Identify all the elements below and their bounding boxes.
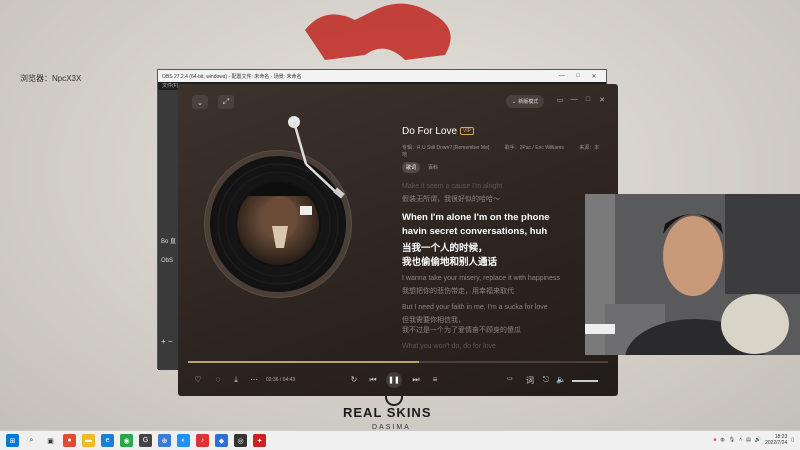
pause-button[interactable]: ❚❚ [386,372,402,388]
clock-date: 2022/7/24 [764,440,788,446]
lyric-line-current: 当我一个人的时候， [402,243,488,254]
app-icon[interactable]: ● [63,434,76,447]
tab-wiki[interactable]: 百科 [424,162,442,173]
lyric-line: 我不过是一个为了爱情奋不顾身的傻瓜 [402,327,521,334]
lyric-line-current: 我也偷偷地和别人通话 [402,257,498,268]
clock[interactable]: 18:23 2022/7/24 [765,434,787,446]
task-view-icon[interactable]: ▣ [44,434,57,447]
maximize-icon[interactable]: □ [583,96,593,103]
app-icon[interactable]: ⊕ [158,434,171,447]
previous-track-icon[interactable]: ⏮ [367,375,379,385]
edge-browser-icon[interactable]: e [101,434,114,447]
file-explorer-icon[interactable]: ▬ [82,434,95,447]
comment-icon[interactable]: ◌ [212,375,224,384]
brand-name: REAL SKINS [343,405,432,420]
vip-badge: VIP [460,127,475,136]
lyric-line: 但我需要你相信我， [402,317,465,324]
like-heart-icon[interactable]: ♡ [192,375,204,384]
song-album[interactable]: 专辑：R U Still Down? [Remember Me] [402,145,489,151]
windows-start-icon[interactable]: ⊞ [6,434,19,447]
maximize-button[interactable]: □ [570,73,586,79]
lyric-line: I wanna take your misery, replace it wit… [402,275,560,282]
next-track-icon[interactable]: ⏭ [410,375,422,385]
microphone-icon[interactable]: 🎙 [729,437,735,443]
lyrics-tabs: 歌词 百科 [402,162,442,173]
sound-effect-icon[interactable]: ▭ [504,375,516,382]
obs-sidebar: Bo 直 ObS + − [158,90,180,370]
download-icon[interactable]: ⤓ [230,375,242,385]
app-icon[interactable]: ◆ [215,434,228,447]
speaker-icon[interactable]: 🔊 [755,437,761,443]
volume-slider[interactable] [572,380,598,382]
wallpaper-logo [305,3,451,61]
lyric-line: 假装无所谓，我很好似的哈哈～ [402,196,500,203]
obs-title: OBS 27.2.4 (64-bit, windows) - 配置文件: 未命名… [162,73,302,80]
notification-icon[interactable]: ▯ [791,437,794,443]
obs-titlebar[interactable]: OBS 27.2.4 (64-bit, windows) - 配置文件: 未命名… [158,70,606,82]
share-icon[interactable]: ⎋ [540,375,552,385]
minimize-icon[interactable]: — [569,96,579,103]
song-meta: 专辑：R U Still Down? [Remember Me] 歌手：2Pac… [402,144,618,158]
collapse-chevron-icon[interactable]: ⌄ [192,95,208,109]
minimize-button[interactable]: — [554,73,570,79]
lyric-line: But I need your faith in me, I'm a sucka… [402,304,548,311]
music-player-window[interactable]: ⌄ ⤢ ⌄ 新版模式 ▭ — □ ✕ Do For Love VIP 专辑：R … [178,84,618,396]
close-button[interactable]: ✕ [586,73,602,80]
tonearm-icon [288,116,345,199]
obs-icon[interactable]: ◎ [234,434,247,447]
playlist-add-icon[interactable]: ≡ [429,375,441,384]
mode-label: 新版模式 [518,99,539,105]
network-icon[interactable]: ▤ [746,437,751,443]
song-singer[interactable]: 歌手：2Pac / Eric Williams [505,145,564,151]
app-icon[interactable]: ✦ [253,434,266,447]
app-icon[interactable]: G [139,434,152,447]
lyric-line-current: When I'm alone I'm on the phone [402,212,550,223]
tray-app-icon[interactable]: ■ [713,437,716,443]
volume-icon[interactable]: 🔈 [555,375,567,384]
obs-side-label: ObS [161,258,174,264]
search-icon[interactable]: ⌕ [25,434,38,447]
netease-music-icon[interactable]: ♪ [196,434,209,447]
chrome-icon[interactable]: ◉ [120,434,133,447]
lyrics-toggle-icon[interactable]: 词 [524,375,536,386]
obs-side-label: Bo 直 [161,239,177,245]
play-mode-loop-icon[interactable]: ↻ [348,375,360,384]
webcam-feed [585,194,800,355]
lyric-line-current: havin secret conversations, huh [402,226,548,237]
song-title: Do For Love VIP [402,126,475,137]
chevron-up-icon[interactable]: ˄ [739,437,742,443]
lyric-line: Make it seem a cause I'm alright [402,183,503,190]
song-title-text: Do For Love [402,126,458,137]
progress-fill [188,361,419,363]
pause-icon: ❚❚ [388,377,400,384]
lyric-line: 我想把你的悲伤带走，用幸福来取代 [402,288,514,295]
desktop-label: 浏览器：NpcX3X [20,74,82,83]
mini-player-icon[interactable]: ▭ [555,96,565,104]
close-icon[interactable]: ✕ [597,96,607,104]
playback-time: 02:36 / 04:43 [266,377,296,383]
taskbar: ⊞ ⌕ ▣ ● ▬ e ◉ G ⊕ ◐ ♪ ◆ ◎ ✦ ■ ◍ 🎙 ˄ ▤ 🔊 … [0,430,800,450]
system-tray: ■ ◍ 🎙 ˄ ▤ 🔊 18:23 2022/7/24 ▯ [713,434,794,446]
more-icon[interactable]: ⋯ [248,375,260,384]
mode-switch-button[interactable]: ⌄ 新版模式 [506,95,545,108]
fullscreen-icon[interactable]: ⤢ [218,95,234,109]
chevron-down-icon: ⌄ [512,98,517,105]
progress-bar[interactable] [188,361,608,363]
tray-icon[interactable]: ◍ [720,437,724,443]
lyric-line: What you won't do, do for love [402,343,496,350]
tab-lyrics[interactable]: 歌词 [402,162,421,173]
obs-add-remove-buttons[interactable]: + − [161,337,173,346]
app-icon[interactable]: ◐ [177,434,190,447]
